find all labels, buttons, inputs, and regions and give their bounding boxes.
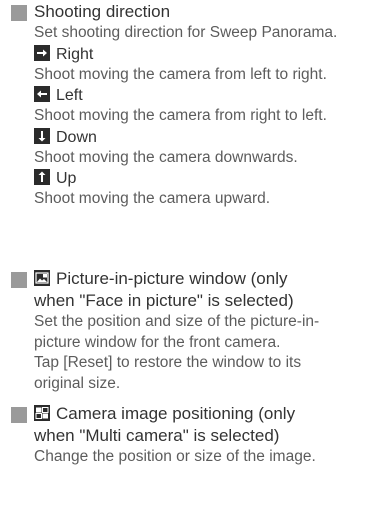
option-up: Up Shoot moving the camera upward. <box>34 168 379 210</box>
section-marker <box>11 407 27 423</box>
option-label: Left <box>56 87 83 104</box>
arrow-down-icon <box>34 127 50 144</box>
option-description: Shoot moving the camera from left to rig… <box>34 65 327 83</box>
option-label: Down <box>56 128 97 146</box>
help-page: Shooting direction Set shooting directio… <box>0 0 385 505</box>
arrow-up-icon <box>34 169 50 185</box>
section-description-line: Set the position and size of the picture… <box>34 313 320 330</box>
option-right: Right Shoot moving the camera from left … <box>34 44 379 86</box>
section-description-line: Change the position or size of the image… <box>34 448 316 465</box>
section-marker <box>11 5 27 21</box>
section-title: Shooting direction <box>34 2 171 21</box>
section-description-line: original size. <box>34 374 121 392</box>
section-description-line: picture window for the front camera. <box>34 333 281 351</box>
multi-camera-layout-icon <box>34 405 50 421</box>
section-marker <box>11 272 27 288</box>
picture-in-picture-icon <box>34 270 50 286</box>
option-label: Right <box>56 45 94 63</box>
arrow-left-icon <box>34 86 50 102</box>
option-description: Shoot moving the camera from right to le… <box>34 107 327 124</box>
section-title-line1: Camera image positioning (only <box>56 404 296 423</box>
option-left: Left Shoot moving the camera from right … <box>34 85 379 127</box>
section-camera-image-positioning: Camera image positioning (only when "Mul… <box>0 403 385 468</box>
option-down: Down Shoot moving the camera downwards. <box>34 127 379 169</box>
section-picture-in-picture: Picture-in-picture window (only when "Fa… <box>0 268 385 394</box>
section-description: Set shooting direction for Sweep Panoram… <box>34 24 338 41</box>
option-label: Up <box>56 170 77 187</box>
section-shooting-direction: Shooting direction Set shooting directio… <box>0 1 385 210</box>
section-title-line2: when "Face in picture" is selected) <box>34 291 294 310</box>
section-title-line1: Picture-in-picture window (only <box>56 269 288 288</box>
section-title: Camera image positioning (only <box>34 403 379 425</box>
section-title: Picture-in-picture window (only <box>34 268 379 290</box>
option-description: Shoot moving the camera downwards. <box>34 148 298 166</box>
section-title-line2: when "Multi camera" is selected) <box>34 426 280 445</box>
arrow-right-icon <box>34 44 50 61</box>
option-description: Shoot moving the camera upward. <box>34 190 271 207</box>
section-description-line: Tap [Reset] to restore the window to its <box>34 354 302 371</box>
